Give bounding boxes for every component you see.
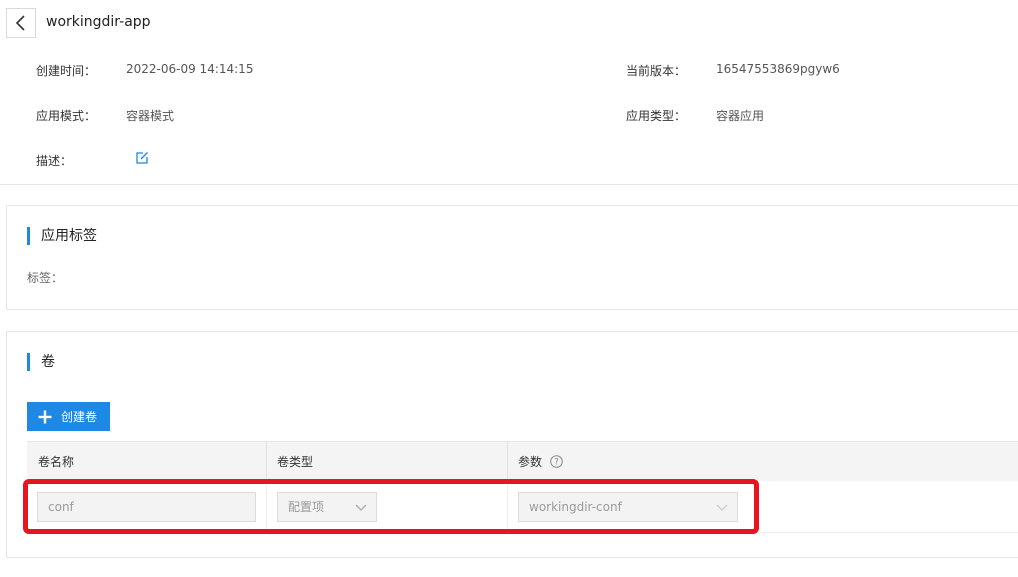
plus-icon	[38, 410, 52, 423]
help-icon[interactable]: ?	[550, 455, 563, 468]
app-title: workingdir-app	[46, 14, 151, 30]
current-version-label: 当前版本：	[626, 64, 687, 78]
column-params: 参数 ?	[507, 442, 563, 482]
app-labels-panel: 应用标签 标签：	[6, 205, 1018, 310]
tags-label: 标签：	[27, 271, 64, 285]
edit-description-icon[interactable]	[135, 151, 149, 165]
app-type-value: 容器应用	[716, 109, 765, 123]
chevron-down-icon	[355, 504, 367, 511]
volume-type-value: 配置项	[288, 500, 325, 514]
volume-name-input[interactable]: conf	[37, 492, 256, 522]
created-time-label: 创建时间：	[36, 64, 97, 78]
app-type-label: 应用类型：	[626, 109, 687, 123]
current-version-value: 16547553869pgyw6	[716, 62, 840, 76]
svg-text:?: ?	[554, 458, 559, 468]
create-volume-button[interactable]: 创建卷	[27, 402, 110, 431]
column-volume-type: 卷类型	[277, 455, 314, 469]
volume-param-value: workingdir-conf	[529, 500, 622, 514]
volumes-panel: 卷 创建卷 卷名称 卷类型 参数 ? conf 配置项 workingdir-c…	[6, 331, 1018, 558]
labels-section-title: 应用标签	[27, 227, 97, 245]
volume-type-select[interactable]: 配置项	[277, 492, 377, 522]
back-button[interactable]	[6, 8, 36, 38]
app-info-header: workingdir-app 创建时间： 2022-06-09 14:14:15…	[0, 0, 1018, 185]
description-label: 描述：	[36, 154, 73, 168]
table-header: 卷名称 卷类型 参数 ?	[27, 441, 1018, 482]
volume-param-select[interactable]: workingdir-conf	[518, 492, 738, 522]
volumes-section-title: 卷	[27, 353, 55, 371]
column-volume-name: 卷名称	[38, 455, 75, 469]
chevron-left-icon	[15, 15, 25, 31]
chevron-down-icon	[716, 504, 728, 511]
volumes-table: 卷名称 卷类型 参数 ? conf 配置项 workingdir-conf	[27, 441, 1018, 533]
created-time-value: 2022-06-09 14:14:15	[126, 62, 254, 76]
create-volume-label: 创建卷	[61, 410, 98, 424]
column-params-label: 参数	[518, 455, 543, 469]
app-mode-value: 容器模式	[126, 109, 175, 123]
app-mode-label: 应用模式：	[36, 109, 97, 123]
table-row: conf 配置项 workingdir-conf	[27, 481, 1018, 533]
